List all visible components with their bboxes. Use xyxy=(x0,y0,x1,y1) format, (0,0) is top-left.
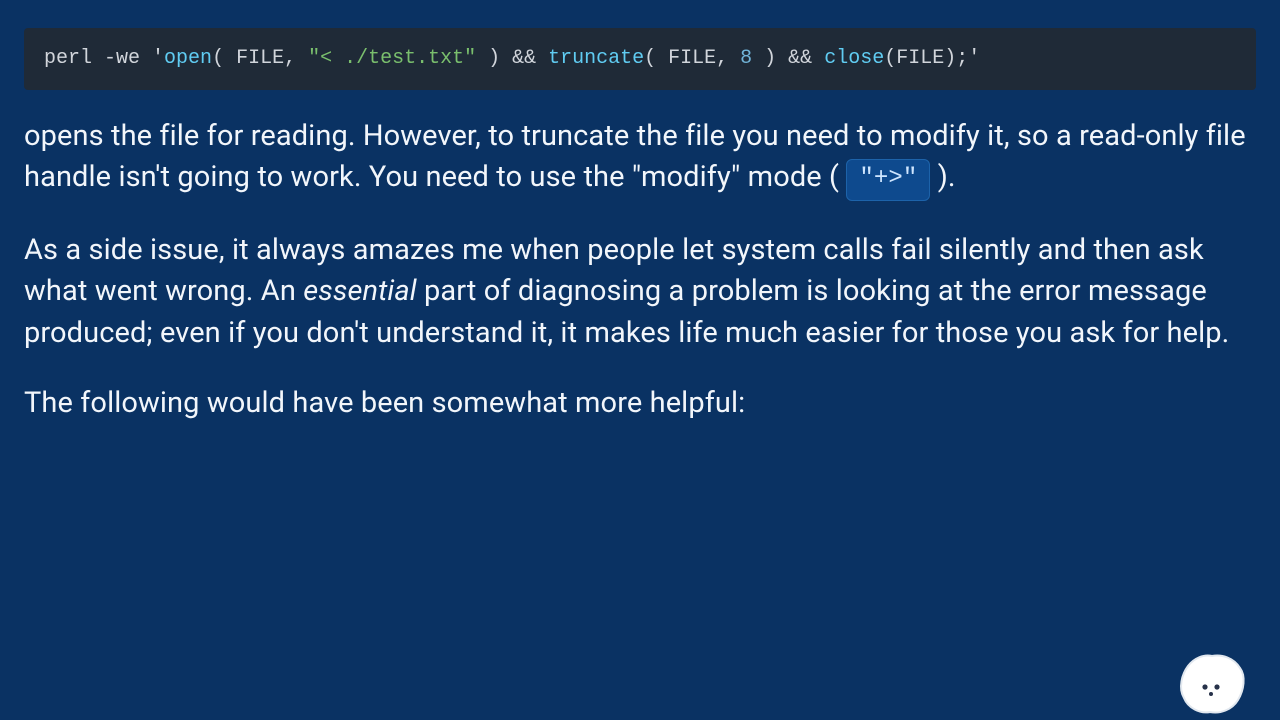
code-token-fn: truncate xyxy=(548,47,644,70)
emphasis: essential xyxy=(303,274,416,308)
code-token: ) && xyxy=(752,47,824,70)
text: ). xyxy=(930,160,955,194)
assistant-avatar[interactable] xyxy=(1178,652,1246,716)
paragraph-3: The following would have been somewhat m… xyxy=(24,383,1256,424)
code-block[interactable]: perl -we 'open( FILE, "< ./test.txt" ) &… xyxy=(24,28,1256,90)
paragraph-2: As a side issue, it always amazes me whe… xyxy=(24,230,1256,354)
inline-code: "+>" xyxy=(846,159,930,201)
code-token: perl -we xyxy=(44,47,152,70)
code-token: ' xyxy=(152,47,164,70)
code-token: ( FILE, xyxy=(644,47,740,70)
code-token: ( FILE, xyxy=(212,47,308,70)
paragraph-1: opens the file for reading. However, to … xyxy=(24,116,1256,201)
code-token: ' xyxy=(968,47,980,70)
code-token-string: "< ./test.txt" xyxy=(308,47,476,70)
article-body: perl -we 'open( FILE, "< ./test.txt" ) &… xyxy=(0,28,1280,424)
code-token: (FILE); xyxy=(884,47,968,70)
code-token: ) && xyxy=(476,47,548,70)
text: opens the file for reading. However, to … xyxy=(24,119,1246,194)
code-token-num: 8 xyxy=(740,47,752,70)
code-token-fn: close xyxy=(824,47,884,70)
code-token-fn: open xyxy=(164,47,212,70)
